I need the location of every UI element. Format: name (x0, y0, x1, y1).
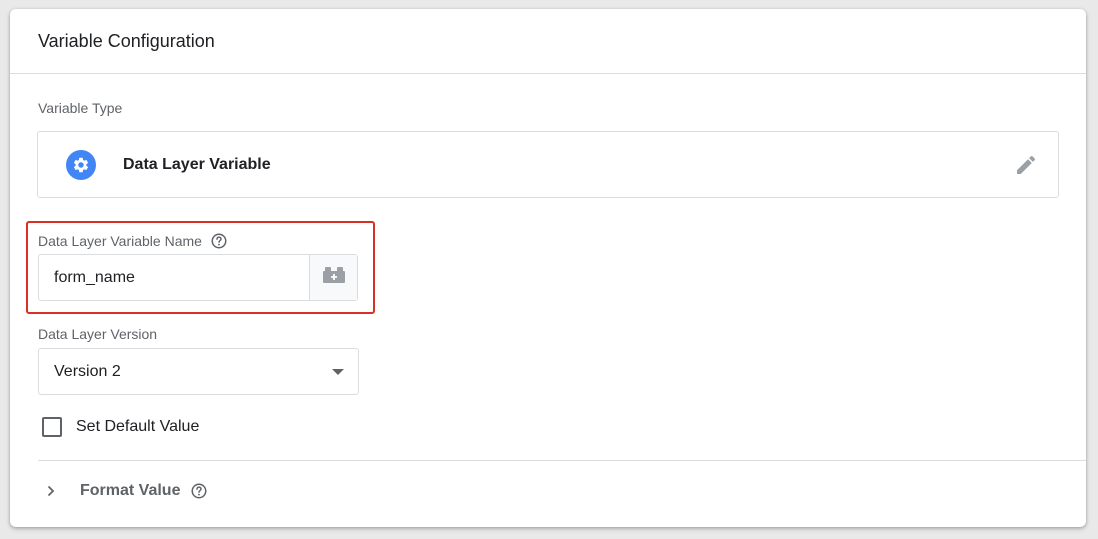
variable-configuration-card: Variable Configuration Variable Type Dat… (10, 9, 1086, 527)
gear-icon (66, 150, 96, 180)
dropdown-arrow-icon (332, 369, 344, 375)
variable-picker-button[interactable] (309, 255, 357, 300)
card-title: Variable Configuration (38, 30, 215, 51)
card-header: Variable Configuration (10, 9, 1086, 74)
dl-name-input[interactable] (39, 255, 309, 300)
variable-type-label: Variable Type (38, 100, 123, 116)
help-icon[interactable] (190, 482, 208, 500)
dl-name-field (38, 254, 358, 301)
default-value-row[interactable]: Set Default Value (42, 417, 199, 437)
dl-version-label: Data Layer Version (38, 326, 158, 342)
variable-block-icon (321, 266, 347, 289)
section-divider (38, 460, 1086, 461)
dl-version-value: Version 2 (54, 362, 121, 380)
help-icon[interactable] (210, 232, 228, 250)
pencil-icon[interactable] (1014, 153, 1038, 177)
format-value-toggle[interactable]: Format Value (44, 482, 208, 500)
format-value-label: Format Value (80, 482, 181, 499)
variable-type-name: Data Layer Variable (123, 156, 271, 173)
dl-version-select[interactable]: Version 2 (38, 348, 359, 395)
dl-name-label: Data Layer Variable Name (38, 232, 228, 250)
default-value-label: Set Default Value (76, 418, 200, 435)
variable-type-box[interactable]: Data Layer Variable (37, 131, 1059, 198)
chevron-right-icon (44, 484, 58, 498)
default-value-checkbox[interactable] (42, 417, 62, 437)
